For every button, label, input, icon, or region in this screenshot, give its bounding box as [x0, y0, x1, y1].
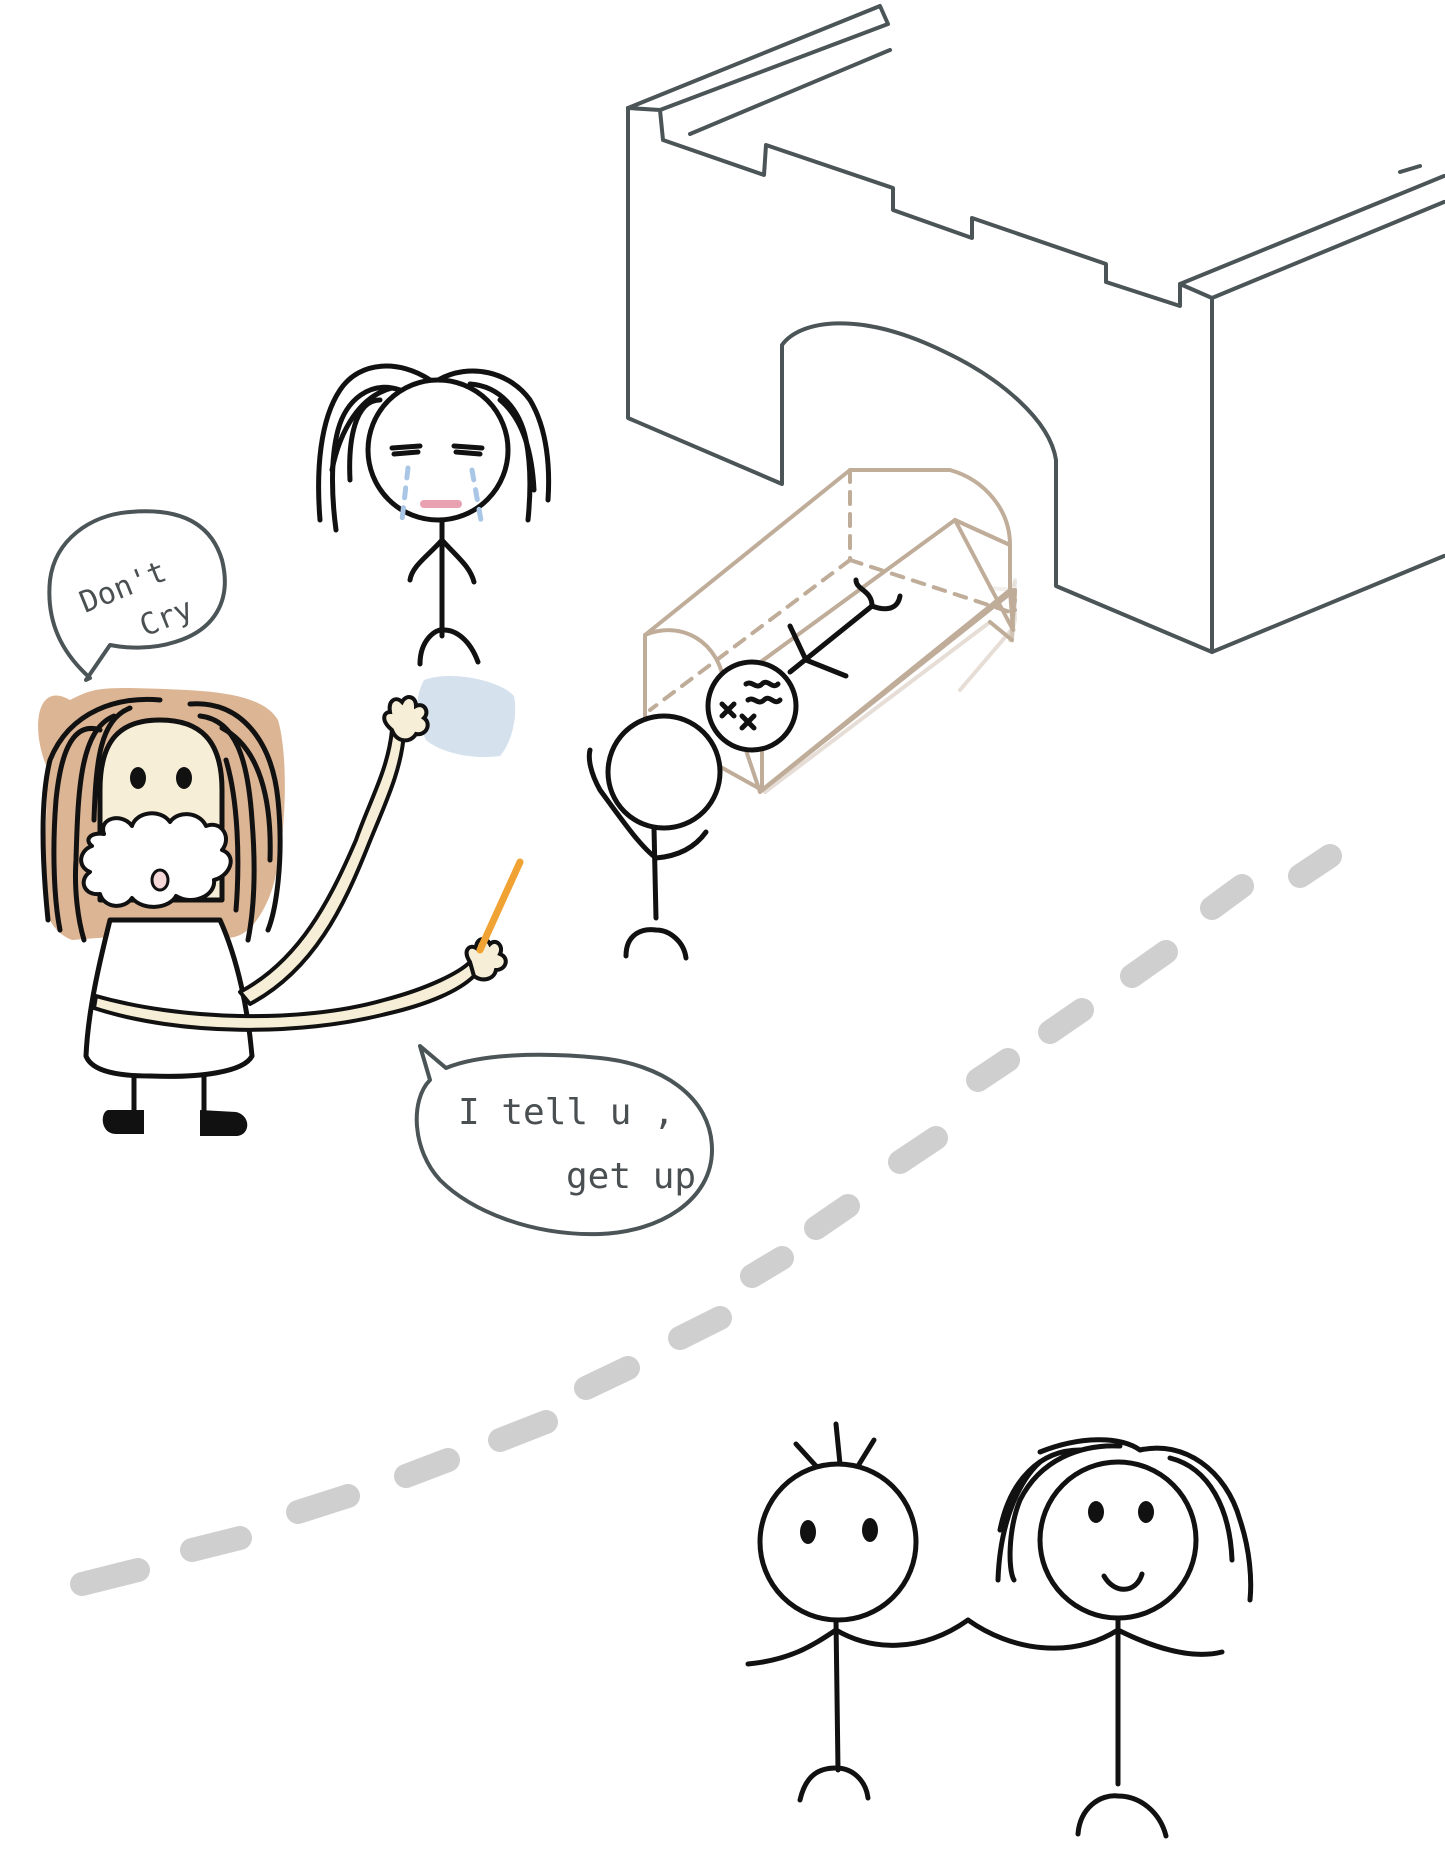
wizard-mouth [150, 868, 170, 892]
wizard-shoe-left [102, 1110, 144, 1134]
happy-girl-head [1037, 1459, 1199, 1621]
wand-icon [476, 858, 524, 954]
bubble-text-line1: I tell u , [458, 1092, 675, 1133]
happy-boy-eye-right [862, 1518, 878, 1542]
crying-girl-body [407, 517, 481, 667]
mourner-figure [586, 713, 723, 961]
wizard-eye-left [130, 767, 146, 789]
happy-boy [745, 1421, 971, 1803]
wizard-legs [131, 1073, 207, 1113]
handkerchief [417, 675, 516, 758]
happy-boy-body [745, 1617, 971, 1803]
wizard-beard [79, 811, 233, 909]
wizard-eye-right [176, 767, 192, 789]
castle-icon [626, 4, 1445, 654]
wizard-hand-lower [464, 937, 508, 982]
bubble-text-line2: get up [566, 1156, 696, 1197]
happy-boy-hair [793, 1421, 877, 1469]
speech-bubble-dont-cry: Don't Cry [47, 509, 227, 682]
mourner-head [605, 713, 723, 831]
speech-bubble-get-up: I tell u , get up [414, 1044, 714, 1237]
happy-girl-eye-left [1088, 1501, 1104, 1523]
wizard-shoe-right [200, 1110, 248, 1136]
happy-boy-head [757, 1461, 919, 1623]
happy-girl [965, 1437, 1254, 1839]
crying-girl [316, 363, 552, 667]
dead-figure [705, 577, 903, 753]
crying-girl-head [365, 377, 511, 523]
happy-boy-eye-left [800, 1520, 816, 1544]
comic-scene: Don't Cry I tell u , get up [38, 4, 1445, 1839]
happy-girl-eye-right [1138, 1501, 1154, 1523]
happy-girl-body [965, 1615, 1225, 1839]
